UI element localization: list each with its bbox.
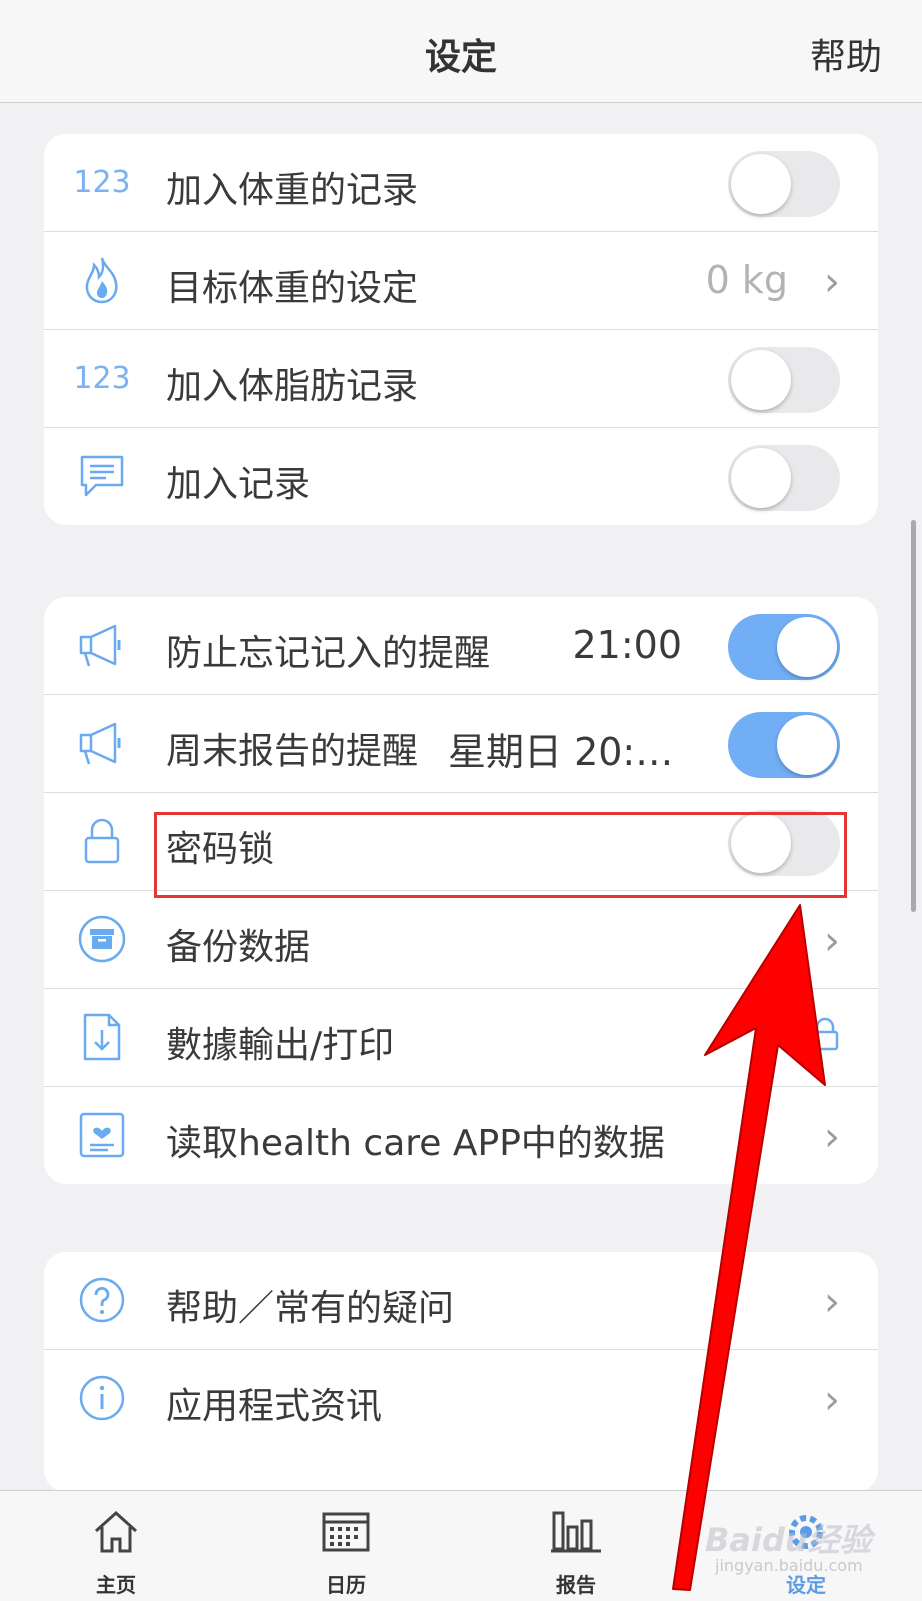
row-label: 防止忘记记入的提醒 xyxy=(166,633,491,674)
body-fat-record-toggle[interactable] xyxy=(728,347,840,413)
row-add-body-fat-record[interactable]: 123 加入体脂肪记录 xyxy=(44,330,878,428)
chevron-right-icon: › xyxy=(824,918,840,964)
weekend-reminder-toggle[interactable] xyxy=(728,712,840,778)
row-label: 应用程式资讯 xyxy=(166,1386,383,1427)
row-label: 數據輸出/打印 xyxy=(166,1025,395,1066)
chevron-right-icon: › xyxy=(824,1114,840,1160)
tab-report[interactable]: 报告 xyxy=(516,1491,636,1601)
tab-home[interactable]: 主页 xyxy=(56,1491,176,1601)
row-reminder-daily[interactable]: 防止忘记记入的提醒 21:00 xyxy=(44,597,878,695)
baidu-watermark-url: jingyan.baidu.com xyxy=(715,1556,863,1575)
row-label: 读取health care APP中的数据 xyxy=(166,1123,665,1164)
row-label: 加入体脂肪记录 xyxy=(166,366,419,407)
target-weight-value: 0 kg xyxy=(705,258,788,302)
bar-chart-icon xyxy=(551,1511,601,1553)
row-data-export[interactable]: 數據輸出/打印 xyxy=(44,989,878,1087)
help-circle-icon xyxy=(74,1274,130,1326)
row-add-record[interactable]: 加入记录 xyxy=(44,428,878,525)
tab-label: 主页 xyxy=(96,1573,136,1597)
reminder-time: 21:00 xyxy=(572,623,682,667)
row-label: 备份数据 xyxy=(166,927,311,968)
row-label: 帮助／常有的疑问 xyxy=(166,1288,455,1329)
document-download-icon xyxy=(74,1011,130,1063)
lock-icon xyxy=(74,815,130,867)
lock-small-icon xyxy=(810,1016,840,1062)
row-label: 周末报告的提醒 xyxy=(166,731,419,772)
toggle-knob xyxy=(731,154,791,214)
health-card-icon xyxy=(74,1109,130,1161)
baidu-watermark: Baidu经验 xyxy=(705,1521,872,1559)
row-reminder-weekend[interactable]: 周末报告的提醒 星期日 20:… xyxy=(44,695,878,793)
scrollbar[interactable] xyxy=(911,520,916,912)
number-123-icon: 123 xyxy=(73,164,131,200)
tab-calendar[interactable]: 日历 xyxy=(286,1491,406,1601)
flame-icon xyxy=(74,254,130,306)
info-circle-icon xyxy=(74,1372,130,1424)
row-target-weight[interactable]: 目标体重的设定 0 kg › xyxy=(44,232,878,330)
row-backup-data[interactable]: 备份数据 › xyxy=(44,891,878,989)
help-button[interactable]: 帮助 xyxy=(810,28,882,80)
help-card: 帮助／常有的疑问 › 应用程式资讯 › xyxy=(44,1252,878,1492)
tab-label: 日历 xyxy=(326,1573,366,1597)
toggle-knob xyxy=(777,617,837,677)
toggle-knob xyxy=(777,715,837,775)
row-label: 加入体重的记录 xyxy=(166,170,419,211)
highlight-box xyxy=(154,812,847,898)
calendar-icon xyxy=(322,1512,370,1552)
row-help-faq[interactable]: 帮助／常有的疑问 › xyxy=(44,1252,878,1350)
record-settings-card: 123 加入体重的记录 目标体重的设定 0 kg › 123 加入体脂肪记录 加… xyxy=(44,134,878,525)
weight-record-toggle[interactable] xyxy=(728,151,840,217)
reminder-time: 星期日 20:… xyxy=(448,730,674,774)
archive-box-icon xyxy=(74,913,130,965)
daily-reminder-toggle[interactable] xyxy=(728,614,840,680)
chat-bubble-icon xyxy=(74,450,130,502)
chevron-right-icon: › xyxy=(824,1377,840,1423)
megaphone-icon xyxy=(74,717,130,769)
tab-label: 报告 xyxy=(556,1573,596,1597)
home-icon xyxy=(94,1510,138,1553)
nav-bar: 设定 帮助 xyxy=(0,0,922,103)
row-label: 目标体重的设定 xyxy=(166,268,419,309)
row-label: 加入记录 xyxy=(166,464,311,505)
add-record-toggle[interactable] xyxy=(728,445,840,511)
toggle-knob xyxy=(731,350,791,410)
page-title: 设定 xyxy=(424,37,497,78)
row-app-info[interactable]: 应用程式资讯 › xyxy=(44,1350,878,1447)
toggle-knob xyxy=(731,448,791,508)
number-123-icon: 123 xyxy=(73,360,131,396)
row-add-weight-record[interactable]: 123 加入体重的记录 xyxy=(44,134,878,232)
row-read-health-care[interactable]: 读取health care APP中的数据 › xyxy=(44,1087,878,1184)
chevron-right-icon: › xyxy=(824,1279,840,1325)
megaphone-icon xyxy=(74,619,130,671)
chevron-right-icon: › xyxy=(824,259,840,305)
